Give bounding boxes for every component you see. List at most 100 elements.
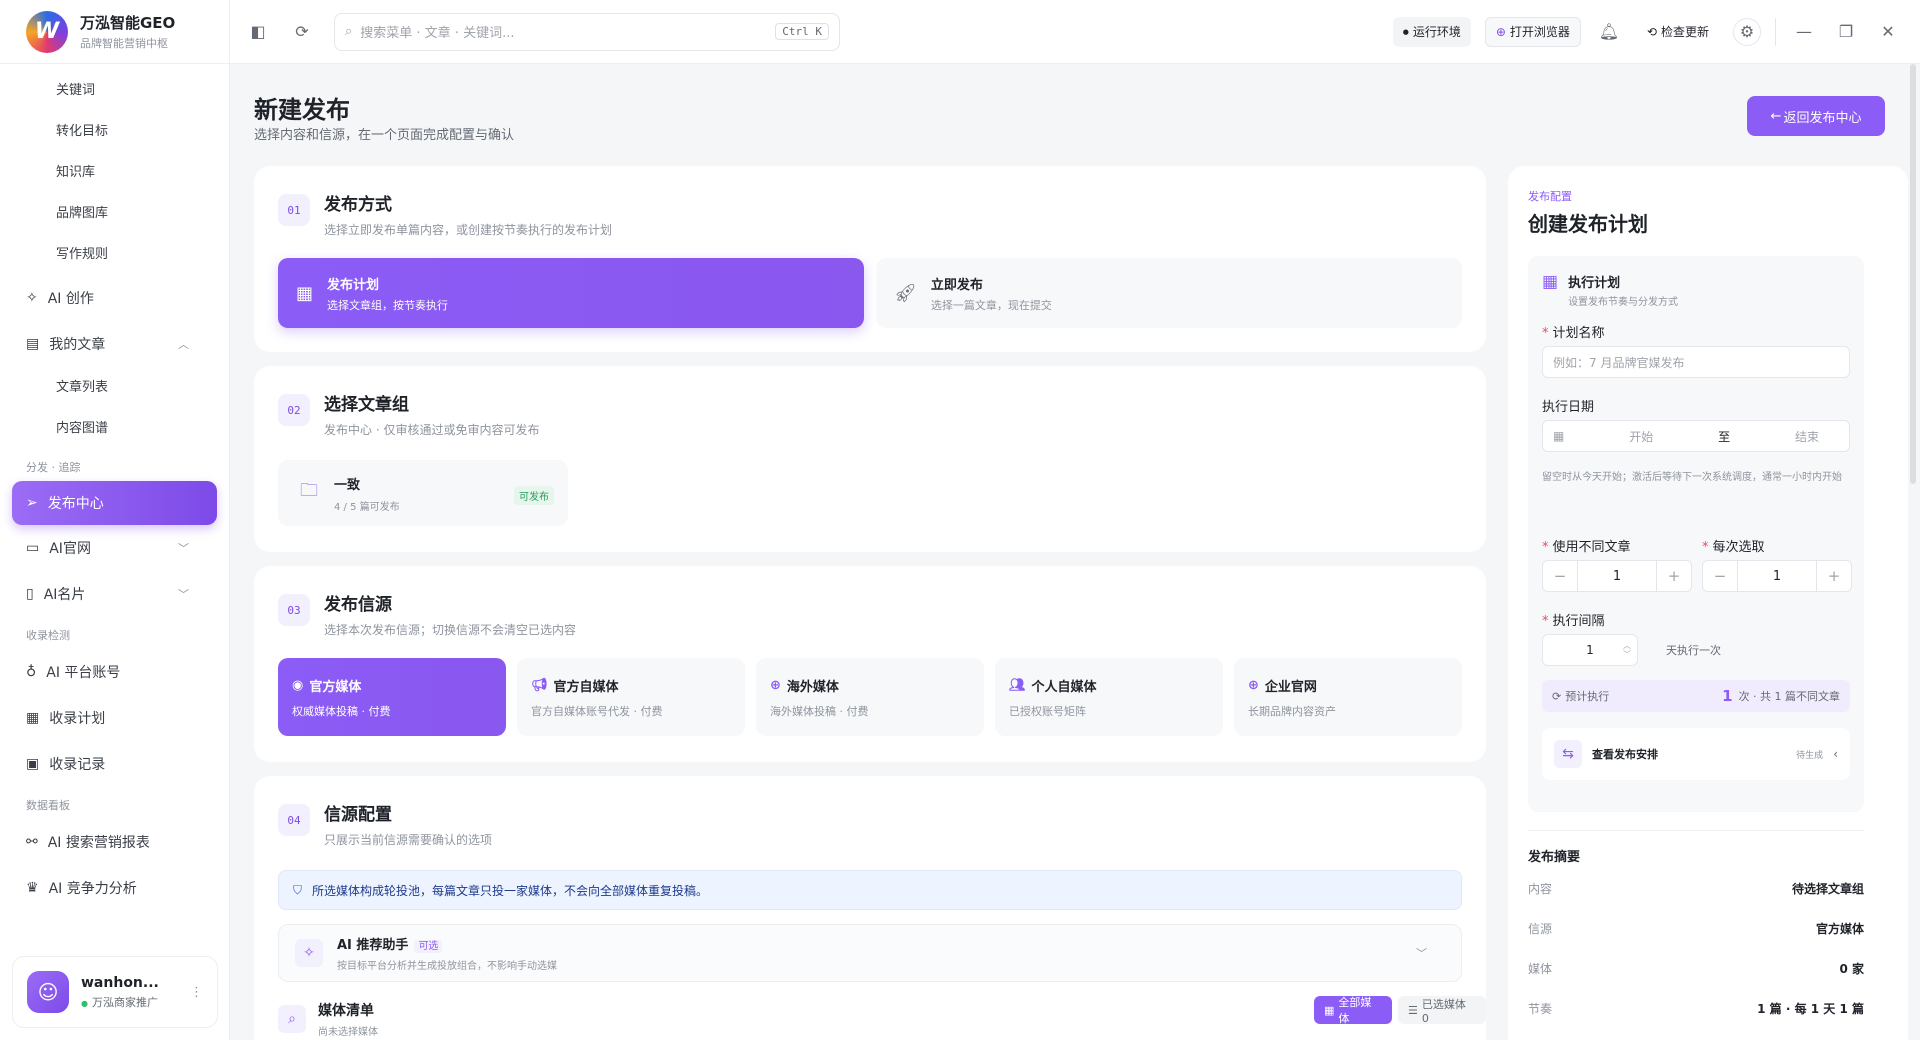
- divider: [1775, 17, 1776, 46]
- search-input[interactable]: ⌕ 搜索菜单 · 文章 · 关键词... Ctrl K: [334, 12, 840, 51]
- more-icon[interactable]: ⋮: [190, 985, 203, 1000]
- publish-summary: 内容 待选择文章组 信源 官方媒体 媒体 0 家 节奏 1 篇 · 每 1 天 1 篇: [1528, 868, 1864, 1028]
- update-label: 检查更新: [1660, 25, 1709, 39]
- top-bar: W 万泓智能GEO 品牌智能营销中枢 ◧ ⟳ ⌕ 搜索菜单 · 文章 · 关键词…: [0, 0, 1920, 64]
- summary-key: 信源: [1528, 921, 1553, 936]
- publish-config-panel: 发布配置 创建发布计划 ▦ 执行计划 设置发布节奏与分发方式 * 计划名称 例如：…: [1508, 166, 1908, 1040]
- minimize-icon[interactable]: —: [1790, 18, 1818, 46]
- sidebar-item-search-report[interactable]: ⚯ AI 搜索营销报表: [0, 819, 229, 865]
- diff-articles-label: * 使用不同文章: [1542, 540, 1631, 555]
- pick-count-stepper[interactable]: − 1 +: [1702, 560, 1852, 592]
- source-enterprise-site[interactable]: ⊕ 企业官网 长期品牌内容资产: [1234, 658, 1462, 736]
- settings-icon[interactable]: ⚙: [1733, 17, 1761, 46]
- sidebar-item-ai-site[interactable]: ▭ AI官网 ﹀: [0, 525, 229, 571]
- option-publish-plan[interactable]: ▦ 发布计划 选择文章组，按节奏执行: [278, 258, 864, 328]
- sidebar-item-ai-create[interactable]: ✧ AI 创作: [0, 275, 229, 321]
- sidebar-item-ai-accounts[interactable]: ♁ AI 平台账号: [0, 649, 229, 695]
- sidebar-item-label: AI官网: [49, 541, 91, 557]
- sidebar-item-competitiveness[interactable]: ♛ AI 竞争力分析: [0, 865, 229, 911]
- chevron-down-icon[interactable]: ﹀: [1416, 945, 1427, 961]
- source-title: 海外媒体: [786, 680, 839, 695]
- source-personal-self-media[interactable]: 👥︎ 个人自媒体 已授权账号矩阵: [995, 658, 1223, 736]
- sidebar-item-conversion[interactable]: 转化目标: [0, 111, 229, 152]
- spinner-icon[interactable]: ︿ ﹀: [1623, 641, 1631, 659]
- minus-icon[interactable]: −: [1703, 561, 1737, 591]
- sidebar-item-publish-center[interactable]: ➢ 发布中心: [12, 481, 217, 525]
- source-overseas-media[interactable]: ⊕ 海外媒体 海外媒体投稿 · 付费: [756, 658, 984, 736]
- execution-plan-card: ▦ 执行计划 设置发布节奏与分发方式 * 计划名称 例如：7 月品牌官媒发布 执行…: [1528, 256, 1864, 812]
- close-icon[interactable]: ✕: [1874, 18, 1902, 46]
- env-status[interactable]: ● 运行环境: [1392, 16, 1471, 47]
- minus-icon[interactable]: −: [1543, 561, 1577, 591]
- check-update-button[interactable]: ⟲ 检查更新: [1637, 17, 1719, 47]
- view-schedule-button[interactable]: ⇆ 查看发布安排 待生成 ‹: [1542, 728, 1850, 780]
- option-title: 发布计划: [327, 277, 380, 293]
- option-publish-now[interactable]: 🚀︎ 立即发布 选择一篇文章，现在提交: [876, 258, 1462, 328]
- diff-articles-value[interactable]: 1: [1577, 561, 1657, 591]
- main-content: 新建发布 选择内容和信源，在一个页面完成配置与确认 ← 返回发布中心 01 发布…: [230, 64, 1920, 1040]
- date-label: 执行日期: [1542, 400, 1595, 415]
- plus-icon[interactable]: +: [1817, 561, 1851, 591]
- section-title: 选择文章组: [324, 395, 409, 415]
- group-name: 一致: [334, 477, 361, 493]
- sidebar-item-ai-card[interactable]: ▯ AI名片 ﹀: [0, 571, 229, 617]
- shield-icon: ⛉: [293, 882, 303, 897]
- users-icon: 👥︎: [1009, 678, 1026, 693]
- interval-unit: 天执行一次: [1666, 644, 1721, 657]
- calendar-icon: ▦: [1542, 272, 1559, 292]
- user-name: wanhon...: [81, 974, 159, 991]
- scrollbar[interactable]: [1910, 64, 1916, 484]
- back-to-publish-center-button[interactable]: ← 返回发布中心: [1747, 96, 1885, 136]
- pick-count-value[interactable]: 1: [1737, 561, 1817, 591]
- sparkle-icon: ✧: [295, 939, 323, 967]
- brand: W 万泓智能GEO 品牌智能营销中枢: [0, 0, 230, 64]
- sidebar-item-knowledge[interactable]: 知识库: [0, 152, 229, 193]
- calendar-icon: ▦: [296, 282, 314, 304]
- calendar-icon: ▦: [26, 710, 40, 726]
- notice-text: 所选媒体构成轮投池，每篇文章只投一家媒体，不会向全部媒体重复投稿。: [312, 883, 709, 898]
- sidebar-item-writing-rules[interactable]: 写作规则: [0, 234, 229, 275]
- view-schedule-status: 待生成: [1796, 750, 1824, 761]
- search-shortcut: Ctrl K: [775, 23, 829, 40]
- sidebar-item-index-records[interactable]: ▣ 收录记录: [0, 741, 229, 787]
- id-card-icon: ▯: [26, 586, 34, 602]
- send-icon: ➢: [26, 495, 38, 511]
- interval-value: 1: [1586, 643, 1594, 657]
- source-desc: 权威媒体投稿 · 付费: [292, 705, 391, 718]
- selected-media-button[interactable]: ☰ 已选媒体 0: [1398, 996, 1486, 1025]
- status-dot-icon: ●: [1402, 27, 1409, 36]
- sidebar-item-article-list[interactable]: 文章列表: [0, 367, 229, 408]
- source-desc: 海外媒体投稿 · 付费: [770, 705, 869, 718]
- sidebar-toggle-icon[interactable]: ◧: [244, 18, 272, 46]
- sidebar-item-index-plan[interactable]: ▦ 收录计划: [0, 695, 229, 741]
- sidebar-item-label: AI 平台账号: [46, 665, 121, 681]
- rocket-icon: 🚀︎: [894, 282, 917, 304]
- summary-value: 1 篇 · 每 1 天 1 篇: [1757, 1001, 1864, 1016]
- sync-icon: ⟲: [1646, 24, 1657, 39]
- all-media-button[interactable]: ▦ 全部媒体: [1314, 996, 1393, 1025]
- summary-value: 待选择文章组: [1791, 881, 1864, 896]
- sidebar-item-brand-gallery[interactable]: 品牌图库: [0, 193, 229, 234]
- refresh-icon[interactable]: ⟳: [288, 18, 316, 46]
- sidebar-item-my-articles[interactable]: ▤ 我的文章 ︿: [0, 321, 229, 367]
- user-card[interactable]: ☺ wanhon... 万泓商家推广 ⋮: [12, 956, 218, 1028]
- source-official-self-media[interactable]: 📢︎ 官方自媒体 官方自媒体账号代发 · 付费: [517, 658, 745, 736]
- plan-name-input[interactable]: 例如：7 月品牌官媒发布: [1542, 346, 1850, 378]
- sidebar-item-content-graph[interactable]: 内容图谱: [0, 408, 229, 449]
- sidebar-item-keywords[interactable]: 关键词: [0, 70, 229, 111]
- source-official-media[interactable]: ◉ 官方媒体 权威媒体投稿 · 付费: [278, 658, 506, 736]
- app-name: 万泓智能GEO: [80, 14, 176, 32]
- bell-icon[interactable]: 🔔︎: [1595, 18, 1623, 46]
- restore-icon[interactable]: ❐: [1832, 18, 1860, 46]
- diff-articles-stepper[interactable]: − 1 +: [1542, 560, 1692, 592]
- open-browser-button[interactable]: ⊕ 打开浏览器: [1484, 16, 1581, 47]
- ai-recommend-panel[interactable]: ✧ AI 推荐助手 可选 按目标平台分析并生成投放组合，不影响手动选媒 ﹀: [278, 924, 1462, 982]
- summary-value: 0 家: [1839, 961, 1864, 976]
- interval-input[interactable]: 1 ︿ ﹀: [1542, 634, 1638, 666]
- plus-icon[interactable]: +: [1657, 561, 1691, 591]
- section-desc: 选择本次发布信源；切换信源不会清空已选内容: [324, 623, 577, 637]
- article-group-card[interactable]: 🗀︎ 一致 4 / 5 篇可发布 可发布: [278, 460, 568, 526]
- date-range-picker[interactable]: ▦ 开始 至 结束: [1542, 420, 1850, 452]
- search-icon: ⌕: [345, 24, 353, 39]
- browser-window-icon: ▭: [26, 540, 40, 556]
